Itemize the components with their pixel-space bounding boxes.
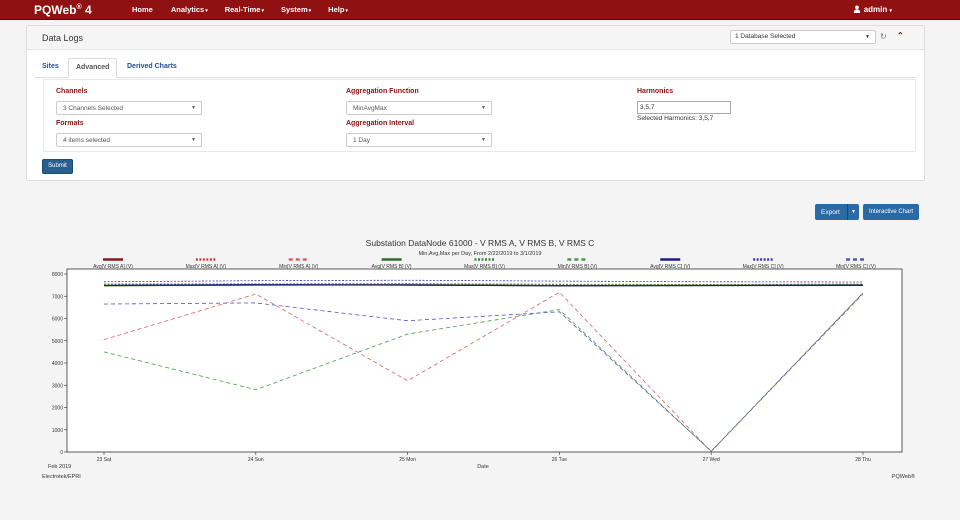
submit-button[interactable]: Submit (42, 159, 73, 174)
tab-derived-charts[interactable]: Derived Charts (120, 58, 184, 78)
x-axis: 23 Sat 24 Sun 25 Mon 26 Tue 27 Wed 28 Thu (97, 452, 871, 463)
plot-area (66, 268, 903, 453)
export-button[interactable]: Export (815, 209, 847, 216)
database-select[interactable]: 1 Database Selected ▼ (730, 30, 876, 44)
advanced-form: Channels 3 Channels Selected ▼ Formats 4 … (43, 79, 916, 152)
x-axis-sublabel: Feb 2019 (48, 464, 71, 470)
export-button-group: Export ▼ (815, 204, 859, 220)
nav-home[interactable]: Home (132, 5, 154, 14)
chevron-down-icon: ▾ (345, 8, 348, 14)
y-tick-label: 0 (60, 450, 63, 456)
tab-bar: Sites Advanced Derived Charts (35, 58, 915, 78)
chevron-down-icon: ▾ (261, 8, 264, 14)
interactive-chart-button[interactable]: Interactive Chart (863, 204, 919, 220)
y-tick-label: 2000 (52, 406, 63, 412)
export-dropdown-toggle[interactable]: ▼ (847, 204, 859, 220)
tab-sites[interactable]: Sites (35, 58, 66, 78)
y-tick-label: 1000 (52, 428, 63, 434)
data-logs-panel: Data Logs 1 Database Selected ▼ ↻ ⌃ Sites… (26, 25, 925, 181)
x-tick-label: 26 Tue (552, 457, 568, 463)
page-title: Data Logs (42, 33, 84, 43)
formats-select[interactable]: 4 items selected ▼ (56, 133, 202, 147)
y-tick-label: 5000 (52, 339, 63, 345)
aggregation-interval-select[interactable]: 1 Day ▼ (346, 133, 492, 147)
chevron-down-icon: ▾ (205, 8, 208, 14)
user-icon (854, 5, 861, 13)
x-tick-label: 23 Sat (97, 457, 112, 463)
x-tick-label: 25 Mon (399, 457, 416, 463)
brand-logo[interactable]: PQWeb® 4 (34, 3, 132, 17)
chevron-down-icon: ▼ (865, 34, 870, 40)
tab-advanced[interactable]: Advanced (68, 58, 118, 78)
chevron-down-icon: ▾ (308, 8, 312, 14)
chart-legend: Avg[V RMS A] (V) Max[V RMS A] (V) Min[V RM… (93, 258, 876, 270)
channels-select[interactable]: 3 Channels Selected ▼ (56, 101, 202, 115)
x-tick-label: 24 Sun (248, 457, 264, 463)
harmonics-input[interactable]: 3,5,7 (637, 101, 731, 114)
nav-system[interactable]: System▾ (281, 5, 311, 14)
chevron-down-icon: ▼ (481, 105, 486, 111)
y-axis: 8000 7000 6000 5000 4000 3000 2000 1000 0 (52, 272, 67, 456)
y-tick-label: 7000 (52, 294, 63, 300)
user-menu[interactable]: admin ▾ (853, 5, 892, 14)
chart-subtitle: Min,Avg,Max per Day, From 2/22/2019 to 3… (418, 251, 541, 257)
chevron-down-icon: ▼ (851, 209, 856, 215)
x-tick-label: 27 Wed (703, 457, 720, 463)
nav-help[interactable]: Help▾ (328, 5, 348, 14)
chevron-down-icon: ▾ (889, 8, 892, 14)
chevron-down-icon: ▼ (481, 137, 486, 143)
footer-left: Electrotek/EPRI (42, 474, 81, 480)
y-tick-label: 3000 (52, 383, 63, 389)
nav-realtime[interactable]: Real-Time▾ (225, 5, 264, 14)
chevron-up-icon[interactable]: ⌃ (897, 31, 904, 40)
harmonics-label: Harmonics (637, 88, 674, 95)
top-navbar: PQWeb® 4 Home Analytics▾ Real-Time▾ Syst… (0, 0, 960, 20)
footer-right: PQWeb® (892, 473, 915, 480)
harmonics-note: Selected Harmonics: 3,5,7 (637, 115, 714, 122)
aggregation-interval-label: Aggregation Interval (346, 120, 415, 127)
formats-label: Formats (56, 120, 84, 127)
y-tick-label: 8000 (52, 272, 63, 278)
x-tick-label: 28 Thu (855, 457, 871, 463)
x-axis-title: Date (477, 464, 489, 470)
aggregation-function-select[interactable]: MinAvgMax ▼ (346, 101, 492, 115)
chevron-down-icon: ▼ (191, 105, 196, 111)
chart-title: Substation DataNode 61000 - V RMS A, V R… (366, 238, 595, 248)
channels-label: Channels (56, 88, 88, 95)
voltage-chart: Substation DataNode 61000 - V RMS A, V R… (42, 238, 915, 480)
panel-header: Data Logs 1 Database Selected ▼ ↻ ⌃ (27, 26, 924, 50)
y-tick-label: 4000 (52, 361, 63, 367)
chevron-down-icon: ▼ (191, 137, 196, 143)
aggregation-function-label: Aggregation Function (346, 88, 419, 95)
nav-analytics[interactable]: Analytics▾ (171, 5, 208, 14)
y-tick-label: 6000 (52, 317, 63, 323)
refresh-icon[interactable]: ↻ (880, 32, 887, 41)
